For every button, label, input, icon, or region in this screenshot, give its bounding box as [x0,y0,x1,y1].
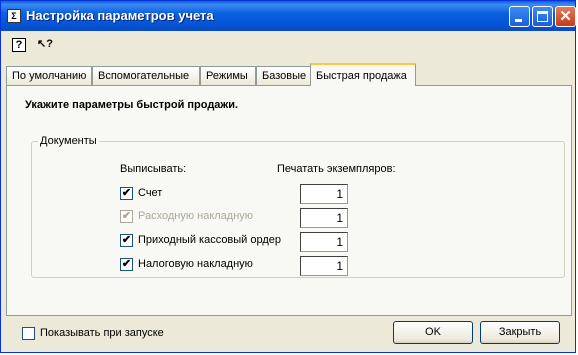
help-icon[interactable]: ? [12,38,26,52]
tab-auxiliary[interactable]: Вспомогательные [92,66,200,85]
show-on-start-checkbox[interactable] [22,327,35,340]
expense-waybill-checkbox: ✔ [120,210,133,223]
tab-quick-sale[interactable]: Быстрая продажа [310,63,416,86]
tax-invoice-label: Налоговую накладную [138,258,253,270]
expense-waybill-copies-field[interactable]: 1 [300,208,348,228]
settings-dialog: Σ Настройка параметров учета ✕ ? ↖? По у… [0,0,576,353]
minimize-icon [515,19,522,22]
minimize-button[interactable] [509,6,530,27]
close-button[interactable]: Закрыть [480,321,560,344]
show-on-start-label: Показывать при запуске [40,327,164,339]
maximize-icon [537,11,548,22]
copies-label: Печатать экземпляров: [277,163,396,175]
cash-receipt-copies-field[interactable]: 1 [300,232,348,252]
title-bar[interactable]: Σ Настройка параметров учета ✕ [1,1,576,31]
group-title: Документы [40,135,97,147]
tax-invoice-checkbox[interactable]: ✔ [120,258,133,271]
close-icon: ✕ [559,8,572,25]
expense-waybill-label: Расходную накладную [138,210,254,222]
invoice-checkbox[interactable]: ✔ [120,187,133,200]
context-help-icon[interactable]: ↖? [35,38,55,52]
issue-label: Выписывать: [120,163,187,175]
close-window-button[interactable]: ✕ [555,6,576,27]
tab-panel: Укажите параметры быстрой продажи. Докум… [6,85,572,316]
tab-defaults[interactable]: По умолчанию [6,66,92,85]
ok-button[interactable]: OK [393,321,473,344]
cash-receipt-label: Приходный кассовый ордер [138,234,282,246]
tab-base[interactable]: Базовые [256,66,311,85]
documents-group: Документы Выписывать: Печатать экземпляр… [31,135,565,278]
invoice-label: Счет [138,187,163,199]
tab-modes[interactable]: Режимы [200,66,256,85]
maximize-button[interactable] [532,6,553,27]
window-title: Настройка параметров учета [26,8,214,23]
toolbar: ? ↖? [1,32,575,58]
cash-receipt-checkbox[interactable]: ✔ [120,234,133,247]
panel-heading: Укажите параметры быстрой продажи. [25,99,239,111]
tax-invoice-copies-field[interactable]: 1 [300,256,348,276]
app-icon: Σ [7,9,21,23]
invoice-copies-field[interactable]: 1 [300,184,348,204]
